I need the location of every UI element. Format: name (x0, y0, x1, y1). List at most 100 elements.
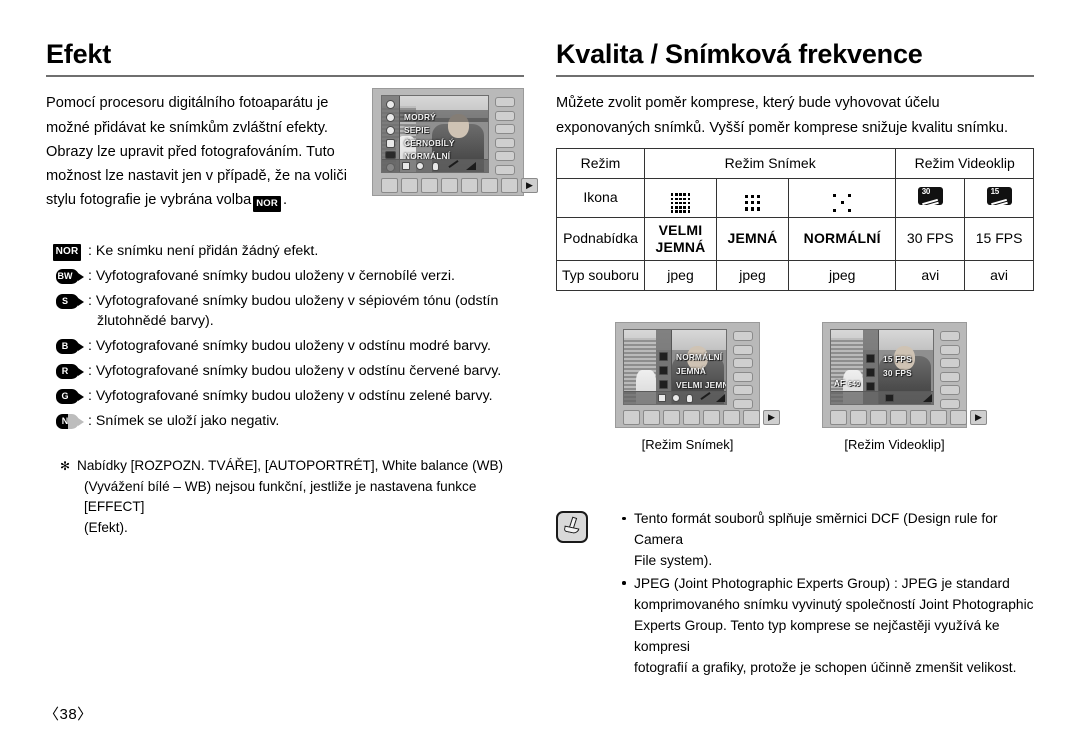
table-row: Typ souboru jpeg jpeg jpeg avi avi (556, 259, 1034, 291)
lcd-menu-item-1[interactable]: SEPIE (404, 125, 429, 135)
arrow-right-icon[interactable]: ▶ (763, 410, 780, 425)
bottom-button-7[interactable] (950, 410, 967, 425)
lcd-side-buttons[interactable] (495, 97, 515, 175)
arrow-right-icon[interactable]: ▶ (521, 178, 538, 193)
bottom-button-2[interactable] (643, 410, 660, 425)
filetype-cell-0: jpeg (644, 259, 717, 291)
bottom-button-2[interactable] (850, 410, 867, 425)
bottom-button-6[interactable] (723, 410, 740, 425)
green-badge-icon: G (46, 387, 88, 404)
side-button-4[interactable] (495, 137, 515, 148)
bottom-button-3[interactable] (870, 410, 887, 425)
shot-menu-item-1[interactable]: JEMNÁ (676, 366, 706, 376)
side-button-5[interactable] (940, 385, 960, 395)
negative-badge-icon: N (46, 412, 88, 429)
side-button-1[interactable] (733, 331, 753, 341)
side-button-6[interactable] (940, 398, 960, 409)
bottom-button-5[interactable] (910, 410, 927, 425)
side-button-4[interactable] (733, 371, 753, 382)
sepia-badge-label: S (55, 294, 84, 310)
mountain-icon (923, 394, 932, 402)
nor-badge-icon-inline: NOR (253, 196, 281, 213)
list-item: Tento formát souborů splňuje směrnici DC… (622, 508, 1034, 572)
bottom-button-4[interactable] (683, 410, 700, 425)
side-button-1[interactable] (495, 97, 515, 107)
side-button-5[interactable] (495, 151, 515, 161)
table-group-header-photo: Režim Snímek (643, 148, 897, 179)
dots-5x5-icon (670, 193, 691, 213)
side-button-6[interactable] (733, 398, 753, 409)
page-number: 〈38〉 (44, 706, 93, 723)
bottom-button-4[interactable] (890, 410, 907, 425)
effect-legend-list: NOR : Ke snímku není přidán žádný efekt.… (46, 242, 524, 431)
bullet-dot-icon (622, 581, 626, 585)
filetype-cell-1: jpeg (716, 259, 789, 291)
side-button-3[interactable] (940, 358, 960, 368)
note-pen-body (563, 525, 580, 535)
lcd-bottom-buttons[interactable]: ▶ (623, 410, 780, 425)
bottom-button-6[interactable] (481, 178, 498, 193)
lcd-bottom-buttons[interactable]: ▶ (830, 410, 987, 425)
bottom-button-7[interactable] (501, 178, 518, 193)
side-button-2[interactable] (733, 344, 753, 355)
heading-rule-left (46, 75, 524, 78)
bottom-button-3[interactable] (421, 178, 438, 193)
dots-sparse-icon-cell (787, 178, 897, 218)
bottom-button-6[interactable] (930, 410, 947, 425)
table-row: Ikona 30 15 (556, 178, 1034, 218)
legend-text-main: : Snímek se uloží jako negativ. (88, 412, 280, 429)
quality-note-bullets: Tento formát souborů splňuje směrnici DC… (556, 508, 1034, 679)
table-group-header-video: Režim Videoklip (895, 148, 1034, 179)
osd-resolution-label: 640 (848, 381, 861, 388)
flash-bottom-icon (432, 162, 439, 171)
dots-sparse-icon (659, 352, 668, 361)
lcd-side-buttons[interactable] (733, 331, 753, 409)
bottom-button-3[interactable] (663, 410, 680, 425)
video-menu-item-1[interactable]: 30 FPS (883, 368, 912, 378)
table-row-label-mode: Režim (556, 148, 645, 179)
fps-30-number: 30 (921, 186, 931, 196)
legend-text-main: : Vyfotografované snímky budou uloženy v… (88, 293, 499, 310)
legend-text: : Vyfotografované snímky budou uloženy v… (88, 292, 524, 331)
shot-menu-item-2[interactable]: VELMI JEMNÁ (676, 380, 726, 390)
submenu-cell-0-line2: JEMNÁ (655, 238, 706, 255)
effect-intro-tail: . (282, 192, 288, 209)
shot-menu-item-0[interactable]: NORMÁLNÍ (676, 352, 722, 362)
dots-sparse-icon (832, 193, 852, 213)
bullet-dot-icon (622, 516, 626, 521)
side-button-2[interactable] (940, 344, 960, 355)
negative-badge-label: N (55, 413, 84, 429)
lcd-bottom-bar (382, 159, 488, 172)
lcd-menu-item-0[interactable]: MODRÝ (404, 112, 436, 122)
grid-icon (658, 394, 666, 402)
bottom-button-7[interactable] (743, 410, 760, 425)
bottom-button-5[interactable] (703, 410, 720, 425)
side-button-6[interactable] (495, 164, 515, 175)
effect-intro-paragraph: Pomocí procesoru digitálního fotoaparátu… (46, 91, 366, 213)
arrow-right-icon[interactable]: ▶ (970, 410, 987, 425)
bottom-button-2[interactable] (401, 178, 418, 193)
side-button-5[interactable] (733, 385, 753, 395)
side-button-3[interactable] (733, 358, 753, 368)
side-button-2[interactable] (495, 110, 515, 121)
bottom-button-1[interactable] (830, 410, 847, 425)
legend-text-main: : Vyfotografované snímky budou uloženy v… (88, 387, 493, 404)
lcd-screen-video: 15 FPS 30 FPS AF 640 (830, 329, 934, 405)
bottom-button-5[interactable] (461, 178, 478, 193)
lcd-bottom-buttons[interactable]: ▶ (381, 178, 538, 193)
bottom-button-1[interactable] (381, 178, 398, 193)
side-button-4[interactable] (940, 371, 960, 382)
mountain-icon (466, 162, 476, 170)
side-button-3[interactable] (495, 124, 515, 134)
macro-icon (448, 160, 459, 168)
video-menu-item-0[interactable]: 15 FPS (883, 354, 912, 364)
side-button-1[interactable] (940, 331, 960, 341)
filetype-cell-3: avi (895, 259, 966, 291)
lcd-side-buttons[interactable] (940, 331, 960, 409)
lcd-menu-item-2[interactable]: ČERNOBÍLÝ (404, 138, 455, 148)
bottom-button-4[interactable] (441, 178, 458, 193)
bottom-button-1[interactable] (623, 410, 640, 425)
green-badge-label: G (55, 388, 84, 404)
bw-badge-label: BW (55, 269, 84, 285)
camera-lcd-effect-menu: MODRÝ SEPIE ČERNOBÍLÝ NORMÁLNÍ ▶ (372, 88, 538, 196)
